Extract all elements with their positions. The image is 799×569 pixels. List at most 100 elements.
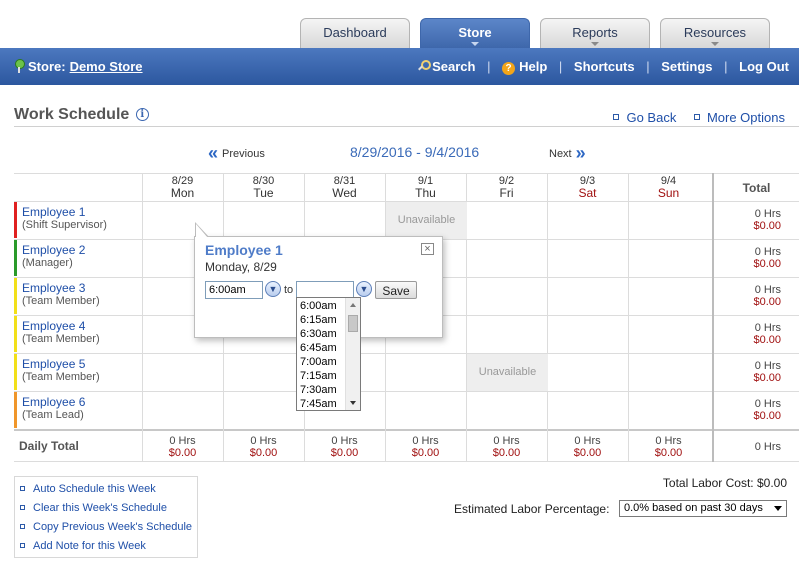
unavailable-cell[interactable]: Unavailable [467, 354, 548, 391]
title-divider [14, 126, 799, 127]
employee-role: (Team Lead) [22, 409, 84, 421]
time-option[interactable]: 6:15am [300, 313, 344, 327]
daily-hours: 0 Hrs [655, 435, 682, 447]
info-icon[interactable]: i [135, 108, 149, 121]
total-labor-cost: Total Labor Cost: $0.00 [663, 476, 787, 490]
employee-role: (Team Member) [22, 295, 100, 307]
day-header-fri: 9/2 Fri [466, 175, 547, 199]
total-hours: 0 Hrs [754, 208, 781, 220]
store-name-link[interactable]: Demo Store [70, 59, 143, 74]
time-option[interactable]: 7:00am [300, 355, 344, 369]
previous-week-button[interactable]: « Previous [208, 143, 265, 164]
popup-employee-name: Employee 1 [205, 242, 283, 258]
nav-separator: | [724, 59, 728, 74]
employee-name: Employee 1 [22, 205, 86, 219]
popup-date: Monday, 8/29 [205, 260, 277, 274]
employee-row[interactable]: Employee 1 (Shift Supervisor) [14, 201, 142, 239]
role-color-bar [14, 354, 17, 390]
nav-separator: | [487, 59, 491, 74]
scroll-up-icon[interactable] [350, 303, 356, 307]
employee-role: (Team Member) [22, 371, 100, 383]
tab-store-chevron-down-icon [471, 42, 479, 46]
next-week-label: Next [549, 148, 572, 160]
popup-pointer-fill [196, 224, 208, 238]
grand-total: 0 Hrs [714, 441, 799, 453]
labor-cost-label: Total Labor Cost: [662, 476, 754, 490]
week-range: 8/29/2016 - 9/4/2016 [350, 144, 480, 160]
scroll-down-icon[interactable] [350, 401, 356, 405]
shortcuts-link[interactable]: Shortcuts [574, 59, 635, 74]
total-cost: $0.00 [753, 372, 781, 384]
day-header-tue: 8/30 Tue [223, 175, 304, 199]
tab-store[interactable]: Store [420, 18, 530, 48]
employee-row[interactable]: Employee 6 (Team Lead) [14, 391, 142, 429]
daily-cost: $0.00 [249, 447, 278, 459]
logout-link[interactable]: Log Out [739, 59, 789, 74]
clear-schedule-link[interactable]: Clear this Week's Schedule [20, 502, 167, 514]
end-time-dropdown-button[interactable]: ▼ [356, 281, 372, 297]
role-color-bar [14, 392, 17, 428]
bullet-square-icon [20, 505, 25, 510]
time-option[interactable]: 7:30am [300, 383, 344, 397]
time-option[interactable]: 6:45am [300, 341, 344, 355]
total-hours: 0 Hrs [754, 322, 781, 334]
grid-line [547, 173, 548, 462]
unavailable-cell[interactable]: Unavailable [386, 202, 467, 239]
go-back-link[interactable]: Go Back [613, 110, 676, 125]
employee-total: 0 Hrs $0.00 [714, 322, 799, 346]
total-cost: $0.00 [753, 220, 781, 232]
day-name: Wed [332, 186, 357, 200]
auto-schedule-link[interactable]: Auto Schedule this Week [20, 483, 156, 495]
employee-row[interactable]: Employee 2 (Manager) [14, 239, 142, 277]
total-hours: 0 Hrs [754, 284, 781, 296]
employee-row[interactable]: Employee 5 (Team Member) [14, 353, 142, 391]
day-header-thu: 9/1 Thu [385, 175, 466, 199]
search-link[interactable]: Search [432, 59, 475, 74]
time-option[interactable]: 6:00am [300, 299, 344, 313]
day-header-mon: 8/29 Mon [142, 175, 223, 199]
time-option[interactable]: 6:30am [300, 327, 344, 341]
next-week-button[interactable]: Next» [549, 143, 586, 164]
daily-hours: 0 Hrs [331, 435, 358, 447]
clear-schedule-label: Clear this Week's Schedule [33, 502, 167, 514]
role-color-bar [14, 316, 17, 352]
tab-reports[interactable]: Reports [540, 18, 650, 48]
more-options-link[interactable]: More Options [693, 110, 785, 125]
employee-row[interactable]: Employee 3 (Team Member) [14, 277, 142, 315]
add-note-link[interactable]: Add Note for this Week [20, 540, 146, 552]
add-note-label: Add Note for this Week [33, 540, 146, 552]
options-scrollbar[interactable] [345, 298, 360, 410]
time-option[interactable]: 7:15am [300, 369, 344, 383]
tab-resources[interactable]: Resources [660, 18, 770, 48]
bullet-square-icon [20, 486, 25, 491]
page-title: Work Schedule i [14, 106, 149, 124]
previous-week-label: Previous [222, 148, 265, 160]
employee-total: 0 Hrs $0.00 [714, 246, 799, 270]
daily-total-cell: 0 Hrs $0.00 [547, 435, 628, 459]
save-button[interactable]: Save [375, 281, 417, 299]
help-icon: ? [502, 62, 516, 75]
labor-percentage-select[interactable]: 0.0% based on past 30 days [619, 500, 787, 517]
settings-link[interactable]: Settings [661, 59, 712, 74]
page-title-text: Work Schedule [14, 106, 130, 123]
help-link[interactable]: Help [519, 59, 547, 74]
time-option[interactable]: 7:45am [300, 397, 344, 410]
employee-row[interactable]: Employee 4 (Team Member) [14, 315, 142, 353]
labor-cost-value: $0.00 [756, 476, 787, 490]
auto-schedule-label: Auto Schedule this Week [33, 483, 156, 495]
total-cost: $0.00 [753, 334, 781, 346]
pushpin-icon [14, 59, 25, 73]
total-cost: $0.00 [753, 410, 781, 422]
scroll-thumb[interactable] [348, 315, 358, 332]
start-time-input[interactable] [205, 281, 263, 299]
copy-previous-week-link[interactable]: Copy Previous Week's Schedule [20, 521, 192, 533]
close-icon[interactable]: × [421, 243, 434, 255]
total-hours: 0 Hrs [754, 398, 781, 410]
double-chevron-right-icon: » [575, 143, 586, 163]
tab-dashboard[interactable]: Dashboard [300, 18, 410, 48]
start-time-dropdown-button[interactable]: ▼ [265, 281, 281, 297]
day-name: Sat [578, 186, 597, 200]
daily-total-label: Daily Total [19, 439, 79, 453]
day-name: Tue [253, 186, 274, 200]
role-color-bar [14, 278, 17, 314]
